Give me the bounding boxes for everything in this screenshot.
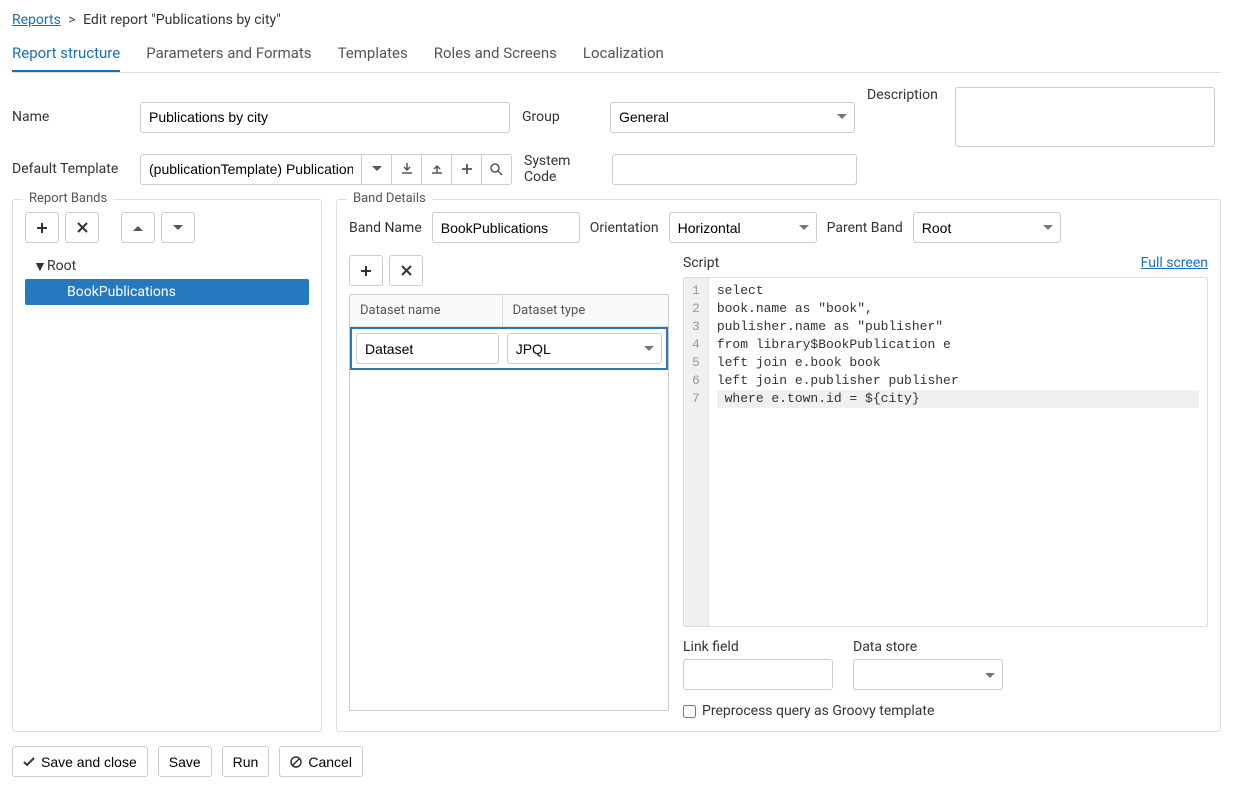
script-header: Script Full screen bbox=[683, 255, 1208, 271]
x-icon bbox=[77, 222, 88, 233]
script-editor[interactable]: 1234567 selectbook.name as "book",publis… bbox=[683, 277, 1208, 627]
band-details-legend: Band Details bbox=[347, 191, 432, 206]
chevron-down-icon bbox=[372, 166, 382, 172]
plus-icon bbox=[461, 163, 473, 175]
breadcrumb-separator: > bbox=[68, 12, 75, 28]
dataset-name-input[interactable] bbox=[356, 333, 499, 364]
dataset-toolbar bbox=[349, 255, 669, 286]
band-details-panel: Band Details Band Name Orientation Horiz… bbox=[336, 199, 1221, 732]
cancel-button[interactable]: Cancel bbox=[279, 746, 363, 777]
preprocess-checkbox[interactable] bbox=[683, 705, 696, 718]
bands-tree: ▼ Root BookPublications bbox=[25, 253, 309, 305]
data-store-label: Data store bbox=[853, 639, 1003, 655]
band-move-down-button[interactable] bbox=[161, 212, 195, 243]
tabs-bar: Report structure Parameters and Formats … bbox=[12, 36, 1221, 73]
template-add-button[interactable] bbox=[452, 154, 482, 185]
description-input[interactable] bbox=[955, 87, 1215, 147]
data-store-select[interactable] bbox=[853, 659, 1003, 690]
script-label: Script bbox=[683, 255, 719, 271]
dataset-script-row: Dataset name Dataset type JPQL bbox=[349, 255, 1208, 719]
breadcrumb: Reports > Edit report "Publications by c… bbox=[12, 12, 1221, 28]
cancel-label: Cancel bbox=[308, 754, 352, 770]
orientation-label: Orientation bbox=[590, 220, 659, 236]
dataset-table-header: Dataset name Dataset type bbox=[350, 295, 668, 327]
tree-child-bookpublications[interactable]: BookPublications bbox=[25, 279, 309, 305]
preprocess-label: Preprocess query as Groovy template bbox=[702, 703, 934, 719]
dataset-row[interactable]: JPQL bbox=[350, 327, 668, 370]
template-upload-button[interactable] bbox=[422, 154, 452, 185]
col-dataset-type: Dataset type bbox=[503, 295, 668, 326]
dataset-type-select[interactable]: JPQL bbox=[507, 333, 662, 364]
script-lines[interactable]: selectbook.name as "book",publisher.name… bbox=[709, 278, 1207, 626]
tab-parameters-formats[interactable]: Parameters and Formats bbox=[146, 36, 311, 72]
report-bands-panel: Report Bands ▼ Root BookPublications bbox=[12, 199, 322, 732]
footer-buttons: Save and close Save Run Cancel bbox=[12, 746, 1221, 777]
orientation-select[interactable]: Horizontal bbox=[669, 212, 817, 243]
template-search-button[interactable] bbox=[482, 154, 512, 185]
save-close-button[interactable]: Save and close bbox=[12, 746, 148, 777]
dataset-table-empty-area bbox=[350, 370, 668, 710]
caret-down-icon bbox=[173, 225, 183, 231]
link-field-input[interactable] bbox=[683, 659, 833, 690]
group-label: Group bbox=[522, 109, 602, 125]
check-icon bbox=[23, 757, 35, 767]
col-dataset-name: Dataset name bbox=[350, 295, 503, 326]
tab-localization[interactable]: Localization bbox=[583, 36, 664, 72]
x-icon bbox=[401, 265, 412, 276]
upload-icon bbox=[431, 163, 443, 175]
tab-report-structure[interactable]: Report structure bbox=[12, 36, 120, 72]
band-move-up-button[interactable] bbox=[121, 212, 155, 243]
tree-root-label: Root bbox=[47, 258, 76, 274]
bands-toolbar bbox=[25, 212, 309, 243]
name-input[interactable] bbox=[140, 102, 510, 133]
template-label: Default Template bbox=[12, 161, 132, 177]
caret-up-icon bbox=[133, 225, 143, 231]
band-name-label: Band Name bbox=[349, 220, 422, 236]
syscode-input[interactable] bbox=[612, 154, 857, 185]
dataset-table: Dataset name Dataset type JPQL bbox=[349, 294, 669, 711]
script-column: Script Full screen 1234567 selectbook.na… bbox=[683, 255, 1208, 719]
run-button[interactable]: Run bbox=[222, 746, 270, 777]
reports-link[interactable]: Reports bbox=[12, 12, 61, 28]
report-bands-legend: Report Bands bbox=[23, 191, 113, 206]
dataset-remove-button[interactable] bbox=[389, 255, 423, 286]
tree-root-node[interactable]: ▼ Root bbox=[25, 253, 309, 279]
form-top: Name Group General Description bbox=[12, 87, 1221, 147]
download-icon bbox=[401, 163, 413, 175]
group-select[interactable]: General bbox=[610, 102, 855, 133]
preprocess-checkbox-row[interactable]: Preprocess query as Groovy template bbox=[683, 703, 1208, 719]
form-second-row: Default Template System Code bbox=[12, 153, 1221, 185]
save-button[interactable]: Save bbox=[158, 746, 212, 777]
tab-roles-screens[interactable]: Roles and Screens bbox=[434, 36, 557, 72]
syscode-label: System Code bbox=[524, 153, 604, 185]
panels-container: Report Bands ▼ Root BookPublications bbox=[12, 199, 1221, 732]
breadcrumb-current: Edit report "Publications by city" bbox=[83, 12, 281, 28]
dataset-add-button[interactable] bbox=[349, 255, 383, 286]
tree-child-label: BookPublications bbox=[67, 284, 176, 300]
plus-icon bbox=[360, 265, 372, 277]
cancel-icon bbox=[290, 756, 302, 768]
link-field-label: Link field bbox=[683, 639, 833, 655]
band-name-input[interactable] bbox=[432, 212, 580, 243]
template-dropdown-button[interactable] bbox=[362, 154, 392, 185]
fullscreen-link[interactable]: Full screen bbox=[1141, 255, 1208, 271]
script-gutter: 1234567 bbox=[684, 278, 709, 626]
band-details-top-row: Band Name Orientation Horizontal Parent … bbox=[349, 212, 1208, 243]
parent-band-select[interactable]: Root bbox=[913, 212, 1061, 243]
caret-down-icon: ▼ bbox=[33, 258, 47, 275]
band-add-button[interactable] bbox=[25, 212, 59, 243]
search-icon bbox=[490, 163, 503, 176]
dataset-column: Dataset name Dataset type JPQL bbox=[349, 255, 669, 719]
parent-band-label: Parent Band bbox=[827, 220, 903, 236]
description-label: Description bbox=[867, 87, 947, 103]
plus-icon bbox=[36, 222, 48, 234]
name-label: Name bbox=[12, 109, 132, 125]
template-download-button[interactable] bbox=[392, 154, 422, 185]
script-bottom-row: Link field Data store bbox=[683, 639, 1208, 693]
band-remove-button[interactable] bbox=[65, 212, 99, 243]
tab-templates[interactable]: Templates bbox=[338, 36, 408, 72]
template-input[interactable] bbox=[140, 154, 362, 185]
save-close-label: Save and close bbox=[41, 754, 137, 770]
